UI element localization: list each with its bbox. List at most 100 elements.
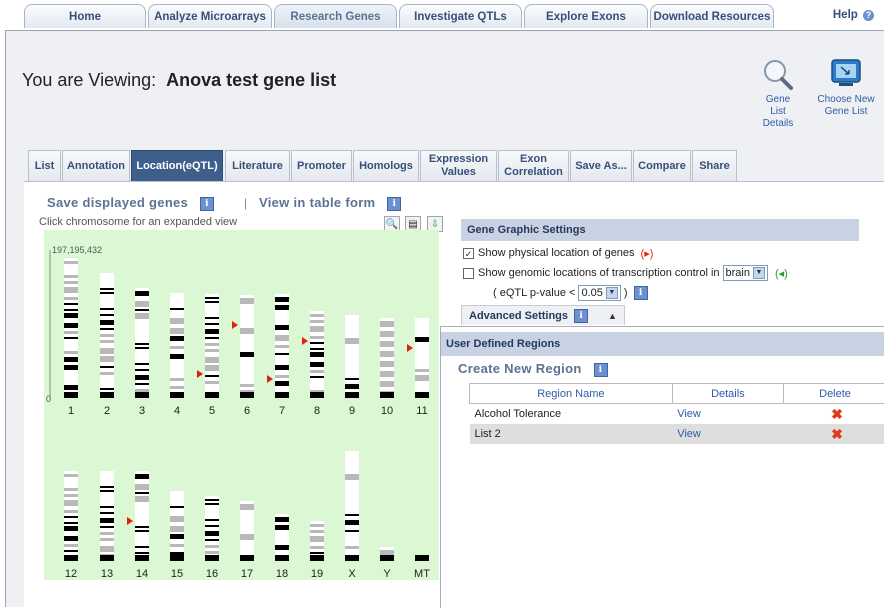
tab-share[interactable]: Share [692,150,737,181]
band [345,368,359,375]
band [205,551,219,554]
band [205,365,219,371]
save-displayed-genes-button[interactable]: Save displayed genes i [47,195,214,211]
band [135,496,149,502]
physical-location-checkbox[interactable]: ✓ [463,248,474,259]
regions-table: Region Name Details Delete Alcohol Toler… [469,383,884,444]
arrow-marker-icon: (▸) [641,247,654,260]
band [415,369,429,372]
nav-tab-home[interactable]: Home [24,4,146,28]
gene-list-details-button[interactable]: Gene List Details [760,58,796,130]
tab-compare[interactable]: Compare [633,150,691,181]
delete-icon[interactable]: ✖ [784,424,884,444]
view-link[interactable]: View [672,424,783,444]
info-icon[interactable]: i [634,286,648,300]
chromosome-label: 3 [139,405,145,417]
tab-exon-correlation[interactable]: Exon Correlation [498,150,569,181]
info-icon[interactable]: i [594,363,608,377]
band [415,337,429,342]
band [240,550,254,554]
band [275,517,289,522]
band [100,518,114,523]
band [240,384,254,387]
band [64,341,78,348]
band [275,335,289,341]
chromosome-label: 10 [381,405,393,417]
band [170,308,184,310]
tab-promoter[interactable]: Promoter [291,150,352,181]
tab-annotation[interactable]: Annotation [62,150,130,181]
tab-location-eqtl[interactable]: Location(eQTL) [131,150,223,181]
band [345,384,359,389]
band [64,474,78,477]
band [170,378,184,381]
band [205,375,219,377]
band [310,552,324,554]
tab-list[interactable]: List [28,150,61,181]
band [275,305,289,310]
nav-tab-investigate-qtls[interactable]: Investigate QTLs [399,4,522,28]
band [135,552,149,554]
band [345,504,359,511]
band [240,392,254,398]
tab-homologs[interactable]: Homologs [353,150,419,181]
band [205,539,219,541]
view-table-form-button[interactable]: View in table form i [259,195,401,211]
band [380,351,394,357]
tab-save-as[interactable]: Save As... [570,150,632,181]
band [100,366,114,368]
nav-tab-download-resources[interactable]: Download Resources [650,4,774,28]
band [135,474,149,479]
info-icon[interactable]: i [574,309,588,323]
band [310,362,324,367]
band [170,354,184,359]
tab-expression-values[interactable]: Expression Values [420,150,497,181]
nav-tab-analyze-microarrays[interactable]: Analyze Microarrays [148,4,272,28]
genomic-locations-checkbox[interactable] [463,268,474,279]
help-link[interactable]: Help ? [833,9,874,21]
band [135,555,149,561]
band [380,321,394,327]
band [64,275,78,278]
view-link[interactable]: View [672,404,783,425]
band [64,526,78,531]
band [380,331,394,337]
band [240,344,254,348]
band [345,328,359,335]
tab-literature[interactable]: Literature [225,150,290,181]
band [100,356,114,362]
band [415,329,429,333]
gene-list-name: Anova test gene list [166,70,336,90]
gene-marker [302,337,308,345]
chromosome-label: 14 [136,568,148,580]
scale-label: 197,195,432 [52,245,102,255]
choose-new-gene-list-button[interactable]: Choose New Gene List [814,58,878,118]
band [64,331,78,334]
band [64,309,78,311]
table-row: List 2 View ✖ [470,424,884,444]
info-icon[interactable]: i [387,197,401,211]
band [205,305,219,312]
band [64,550,78,552]
band [170,302,184,306]
delete-icon[interactable]: ✖ [784,404,884,425]
chromosome-graphic[interactable]: 197,195,432 0 1234567891011 121314151617… [44,230,439,580]
band [100,388,114,390]
advanced-settings-toggle[interactable]: Advanced Settings i ▲ [461,305,625,325]
band [64,510,78,513]
magnifier-icon [761,58,795,90]
nav-tab-research-genes[interactable]: Research Genes [274,4,397,28]
band [135,291,149,296]
band [275,345,289,348]
pvalue-select[interactable]: 0.05▼ [578,285,620,301]
band [310,370,324,373]
tissue-select[interactable]: brain▼ [723,265,768,281]
advanced-settings-label: Advanced Settings [469,310,568,322]
band [205,531,219,536]
band [100,392,114,398]
band [64,385,78,390]
nav-tab-explore-exons[interactable]: Explore Exons [524,4,648,28]
info-icon[interactable]: i [200,197,214,211]
create-new-region-button[interactable]: Create New Region i [458,361,608,377]
band [205,323,219,325]
